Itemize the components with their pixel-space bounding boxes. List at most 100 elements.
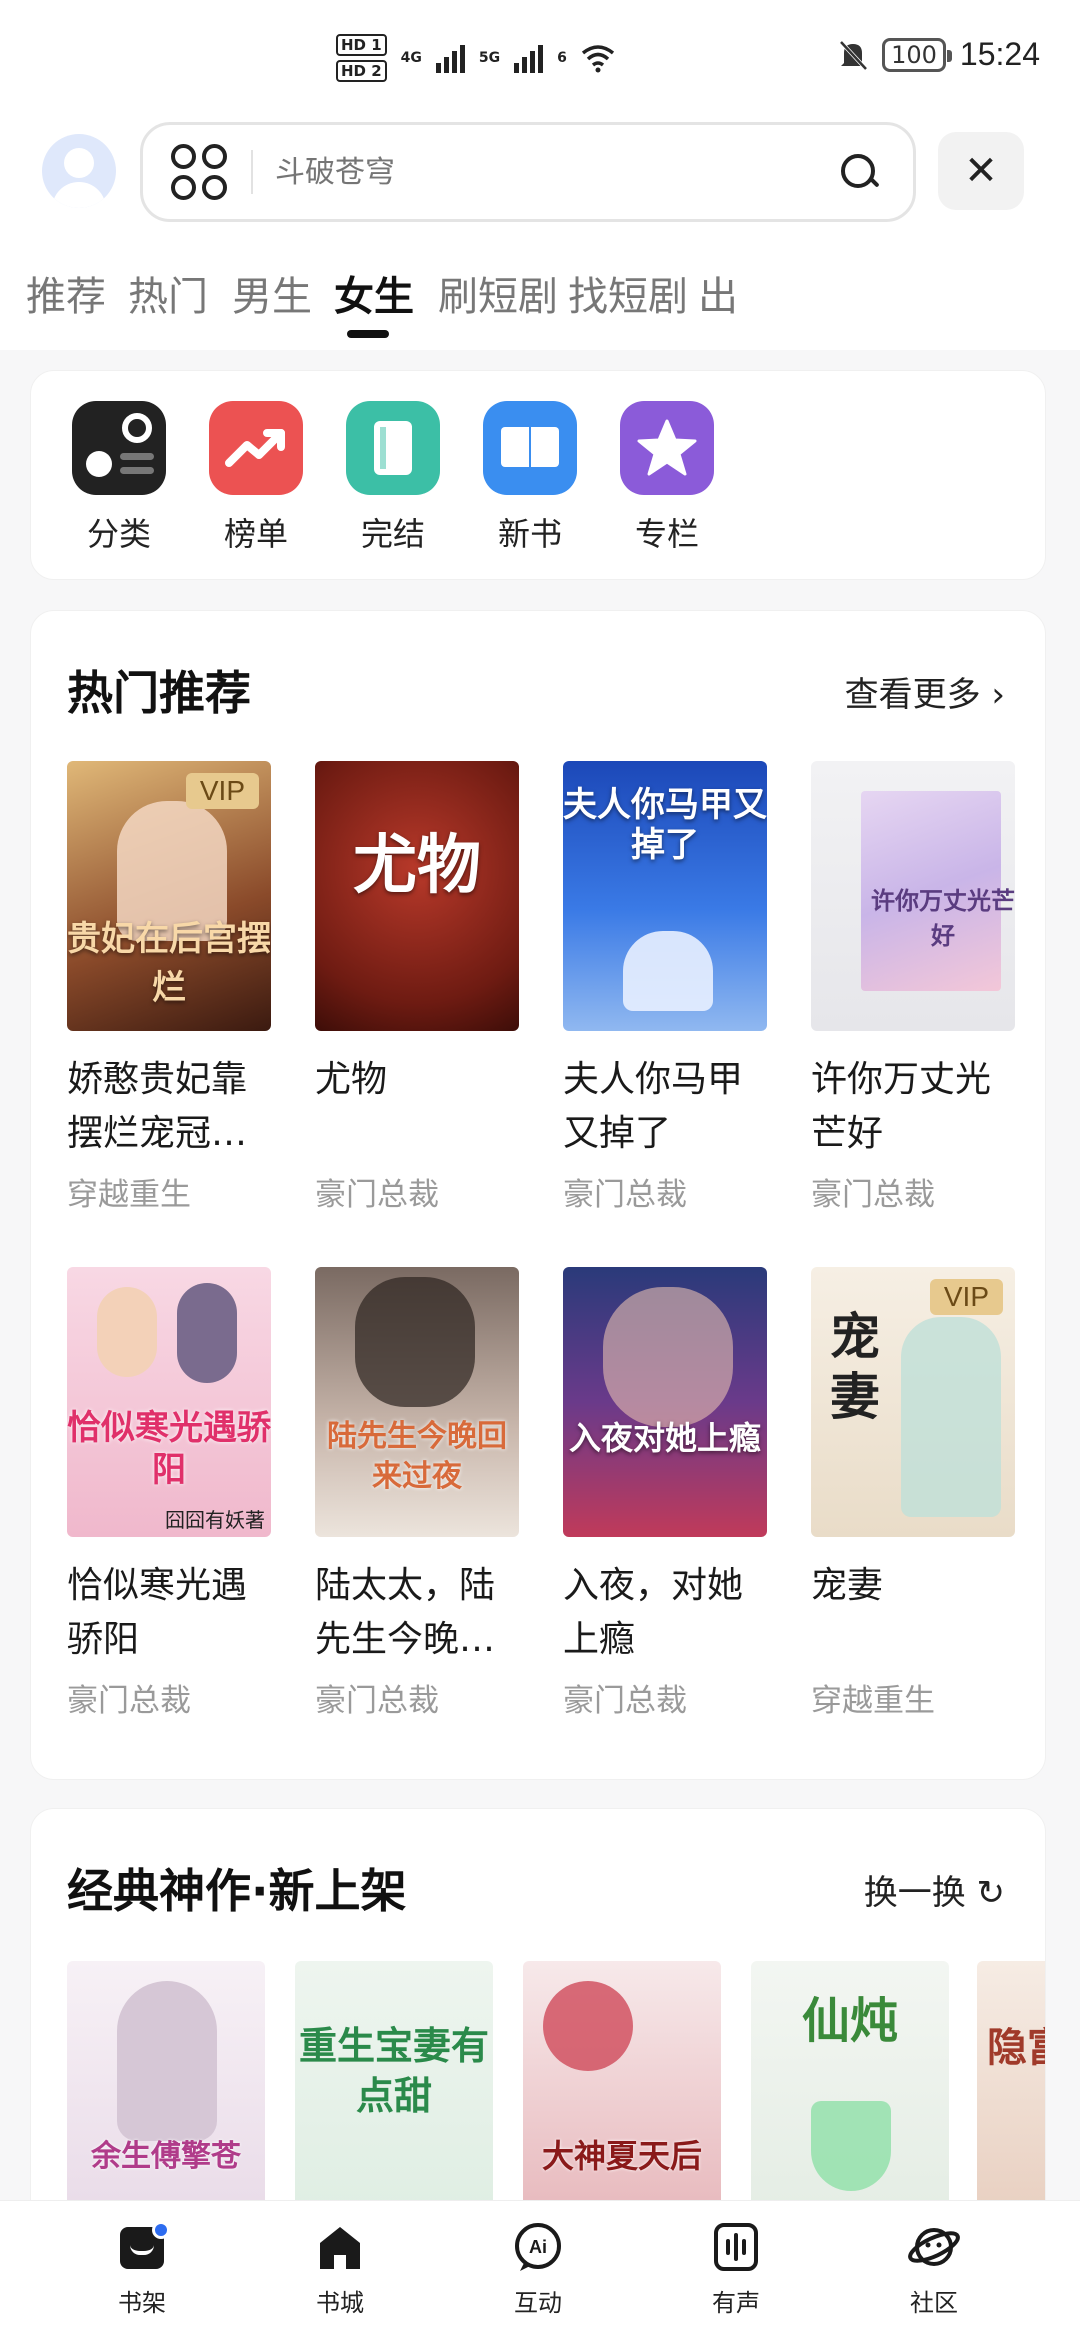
hot-section-title: 热门推荐 <box>67 666 251 720</box>
cover-title: 许你万丈光芒好 <box>871 886 1015 950</box>
category-icon <box>72 401 166 495</box>
book-cover: 入夜对她上瘾 <box>563 1267 767 1537</box>
book-tag: 豪门总裁 <box>563 1683 687 1719</box>
book-cover[interactable]: 重生宝妻有点甜 <box>295 1961 493 2221</box>
book-tag: 豪门总裁 <box>563 1177 687 1213</box>
book-cover[interactable]: 仙炖 <box>751 1961 949 2221</box>
book-tag: 豪门总裁 <box>67 1683 191 1719</box>
tab-publish[interactable]: 出 <box>698 264 738 322</box>
book-card[interactable]: 陆先生今晚回来过夜 陆太太，陆先生今晚… 豪门总裁 <box>315 1267 519 1720</box>
cover-title: 宠妻 <box>830 1307 880 1426</box>
book-cover: 许你万丈光芒好 <box>811 761 1015 1031</box>
book-tag: 豪门总裁 <box>811 1177 935 1213</box>
nav-bookshelf-label: 书架 <box>118 2289 166 2317</box>
svg-text:Ai: Ai <box>529 2237 547 2257</box>
avatar[interactable] <box>42 134 116 208</box>
cover-title: 贵妃在后宫摆烂 <box>67 919 271 1008</box>
book-cover: 夫人你马甲又掉了 <box>563 761 767 1031</box>
book-title: 入夜，对她上瘾 <box>563 1565 744 1660</box>
see-more-link[interactable]: 查看更多 › <box>845 667 1005 716</box>
search-bar[interactable] <box>140 122 916 222</box>
nav-community[interactable]: 社区 <box>864 2219 1004 2318</box>
close-icon: ✕ <box>964 148 998 194</box>
book-card[interactable]: 入夜对她上瘾 入夜，对她上瘾 豪门总裁 <box>563 1267 767 1720</box>
book-card[interactable]: 夫人你马甲又掉了 夫人你马甲又掉了 豪门总裁 <box>563 761 767 1214</box>
book-cover[interactable]: 隐富 <box>977 1961 1045 2221</box>
nav-interact[interactable]: Ai 互动 <box>468 2219 608 2318</box>
book-title: 陆太太，陆先生今晚… <box>315 1565 496 1660</box>
quick-column-label: 专栏 <box>634 515 699 553</box>
hd2-badge: HD 2 <box>336 60 387 82</box>
book-card[interactable]: 贵妃在后宫摆烂 VIP 娇憨贵妃靠摆烂宠冠… 穿越重生 <box>67 761 271 1214</box>
star-icon <box>620 401 714 495</box>
quick-new-books[interactable]: 新书 <box>470 401 590 555</box>
refresh-label: 换一换 <box>863 1873 966 1913</box>
cover-title: 隐富 <box>987 2024 1045 2071</box>
quick-finished[interactable]: 完结 <box>333 401 453 555</box>
book-title: 许你万丈光芒好 <box>811 1059 992 1154</box>
planet-icon <box>906 2219 962 2275</box>
book-tag: 豪门总裁 <box>315 1177 439 1213</box>
nav-bookstore[interactable]: 书城 <box>270 2219 410 2318</box>
book-card[interactable]: 恰似寒光遇骄阳 囧囧有妖著 恰似寒光遇骄阳 豪门总裁 <box>67 1267 271 1720</box>
trending-up-icon <box>209 401 303 495</box>
hd1-badge: HD 1 <box>336 34 387 56</box>
book-cover: 宠妻 VIP <box>811 1267 1015 1537</box>
vip-badge: VIP <box>929 1279 1003 1315</box>
tab-hot[interactable]: 热门 <box>128 264 208 322</box>
classic-new-section: 经典神作·新上架 换一换 ↻ 余生傅擎苍 重生宝妻有点甜 大神夏天后 仙炖 隐富 <box>30 1808 1046 2228</box>
quick-ranking-label: 榜单 <box>223 515 288 553</box>
book-cover: 尤物 <box>315 761 519 1031</box>
bookshelf-icon <box>114 2219 170 2275</box>
cover-author: 囧囧有妖著 <box>165 1508 265 1532</box>
hot-recommend-section: 热门推荐 查看更多 › 贵妃在后宫摆烂 VIP 娇憨贵妃靠摆烂宠冠… 穿越重生 … <box>30 610 1046 1780</box>
book-icon <box>346 401 440 495</box>
apps-grid-icon[interactable] <box>171 144 227 200</box>
classic-section-title: 经典神作·新上架 <box>67 1864 407 1918</box>
tab-female[interactable]: 女生 <box>334 264 414 322</box>
book-cover: 恰似寒光遇骄阳 囧囧有妖著 <box>67 1267 271 1537</box>
category-tabs: 推荐 热门 男生 女生 刷短剧 找短剧 出 <box>0 240 1080 350</box>
book-cover[interactable]: 大神夏天后 <box>523 1961 721 2221</box>
bottom-navigation: 书架 书城 Ai 互动 有声 社区 <box>0 2200 1080 2338</box>
book-card[interactable]: 宠妻 VIP 宠妻 穿越重生 <box>811 1267 1015 1720</box>
book-title: 恰似寒光遇骄阳 <box>67 1565 248 1660</box>
signal-bars-icon <box>514 43 544 73</box>
book-cover: 陆先生今晚回来过夜 <box>315 1267 519 1537</box>
vip-badge: VIP <box>185 773 259 809</box>
cover-title: 陆先生今晚回来过夜 <box>327 1419 507 1494</box>
quick-category[interactable]: 分类 <box>59 401 179 555</box>
quick-ranking[interactable]: 榜单 <box>196 401 316 555</box>
tab-male[interactable]: 男生 <box>232 264 312 322</box>
wifi-label: 6 <box>557 50 567 66</box>
quick-category-label: 分类 <box>86 515 151 553</box>
tab-recommend[interactable]: 推荐 <box>26 264 106 322</box>
cover-title: 恰似寒光遇骄阳 <box>67 1408 271 1490</box>
signal-bars-icon <box>435 43 465 73</box>
search-divider <box>251 150 253 194</box>
network-type-1: 4G <box>400 50 422 66</box>
book-tag: 穿越重生 <box>811 1683 935 1719</box>
book-title: 娇憨贵妃靠摆烂宠冠… <box>67 1059 248 1154</box>
network-indicators: HD 1 HD 2 4G 5G 6 <box>336 34 615 82</box>
nav-bookshelf[interactable]: 书架 <box>72 2219 212 2318</box>
quick-finished-label: 完结 <box>360 515 425 553</box>
book-tag: 穿越重生 <box>67 1177 191 1213</box>
refresh-button[interactable]: 换一换 ↻ <box>864 1865 1005 1914</box>
nav-community-label: 社区 <box>910 2289 958 2317</box>
tab-find-drama[interactable]: 找短剧 <box>568 264 688 322</box>
search-input[interactable] <box>275 154 839 190</box>
quick-new-books-label: 新书 <box>497 515 562 553</box>
cover-title: 夫人你马甲又掉了 <box>563 785 767 865</box>
book-card[interactable]: 尤物 尤物 豪门总裁 <box>315 761 519 1214</box>
quick-column[interactable]: 专栏 <box>607 401 727 555</box>
nav-audio[interactable]: 有声 <box>666 2219 806 2318</box>
tab-short-drama[interactable]: 刷短剧 <box>438 264 558 322</box>
cover-title: 入夜对她上瘾 <box>568 1419 761 1457</box>
cover-title: 尤物 <box>353 828 481 903</box>
book-card[interactable]: 许你万丈光芒好 许你万丈光芒好 豪门总裁 <box>811 761 1015 1214</box>
close-button[interactable]: ✕ <box>938 132 1024 210</box>
search-icon[interactable] <box>839 152 879 192</box>
book-cover[interactable]: 余生傅擎苍 <box>67 1961 265 2221</box>
nav-interact-label: 互动 <box>514 2289 562 2317</box>
